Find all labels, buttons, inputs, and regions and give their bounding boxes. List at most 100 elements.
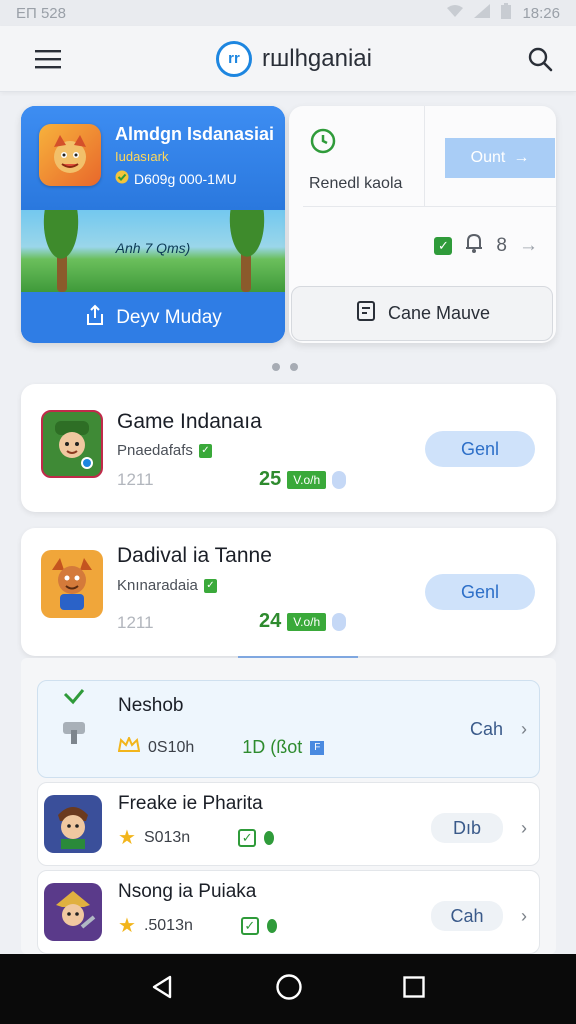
hero-primary-button[interactable]: Deyv Muday <box>21 292 285 343</box>
arrow-right-icon: → <box>513 149 530 166</box>
game-score-tag: V.o/h <box>287 470 327 489</box>
hero-subtitle: Iudasıark <box>115 149 169 164</box>
wifi-icon <box>446 4 464 22</box>
menu-icon[interactable] <box>32 43 64 75</box>
game-title: Game Indanaıa <box>117 410 262 433</box>
recents-icon[interactable] <box>402 975 426 1004</box>
secondary-button-label: Cane Mauve <box>387 303 491 323</box>
game-score-value: 24 <box>259 610 282 632</box>
search-icon[interactable] <box>524 43 556 75</box>
hero-header: Almdgn Isdanasiai Iudasıark D609g 000-1M… <box>21 106 285 210</box>
game-score: 25 V.o/h <box>259 468 347 491</box>
status-cell: Renedl kaola <box>289 106 425 206</box>
list-item-title: Neshob <box>118 695 184 716</box>
status-right: 18:26 <box>446 3 560 23</box>
hero-text: Almdgn Isdanasiai Iudasıark D609g 000-1M… <box>115 124 274 210</box>
game-title: Dadival ia Tanne <box>117 544 272 567</box>
hero-character-icon <box>39 124 101 186</box>
game-developer: Pnaedafafs ✓ <box>117 442 212 459</box>
get-button[interactable]: Genl <box>425 574 535 610</box>
back-icon[interactable] <box>150 974 176 1005</box>
list-item[interactable]: Nsong ia Puiaka ★ .5013n ✓ Cah › <box>37 870 540 954</box>
game-developer-text: Knınaradaia <box>117 577 198 594</box>
status-left-text: ЕП 528 <box>16 4 66 22</box>
list-item-meta-text: .5013n <box>143 916 193 934</box>
hero-meta: D609g 000-1MU <box>115 170 274 187</box>
list-item-action[interactable]: Cah <box>470 719 503 740</box>
list-item[interactable]: Freake ie Pharita ★ S013n ✓ Dıb › <box>37 782 540 866</box>
game-card[interactable]: Dadival ia Tanne Knınaradaia ✓ 1211 24 V… <box>21 528 556 656</box>
status-label: Renedl kaola <box>309 175 403 192</box>
checkbox-icon[interactable]: ✓ <box>238 828 257 847</box>
carousel-dot[interactable] <box>272 363 280 371</box>
game-number: 1211 <box>117 470 154 489</box>
status-time: 18:26 <box>522 4 560 22</box>
game-score-tag: V.o/h <box>287 612 327 631</box>
go-button-label: Ount <box>470 149 506 166</box>
chevron-right-icon[interactable]: › <box>521 719 527 740</box>
game-score: 24 V.o/h <box>259 610 347 633</box>
list-item-meta-text: S013n <box>143 828 191 846</box>
checkbox-icon[interactable]: ✓ <box>240 916 259 935</box>
carousel-dots[interactable] <box>272 363 298 371</box>
character-knight-icon <box>44 883 102 941</box>
hero-banner[interactable]: Almdgn Isdanasiai Iudasıark D609g 000-1M… <box>21 106 285 343</box>
app-logo-icon: rr <box>216 40 252 77</box>
document-icon <box>354 299 378 328</box>
list-item-actions: Cah › <box>470 719 527 740</box>
pin-icon <box>266 918 277 933</box>
signal-icon <box>474 4 491 22</box>
pill-icon <box>332 612 347 631</box>
list-item-actions: Cah › <box>431 901 527 931</box>
list-item-meta: ★ .5013n ✓ <box>118 913 277 938</box>
flag-icon: F <box>310 740 325 755</box>
character-hero-icon <box>44 795 102 853</box>
chevron-right-icon[interactable]: › <box>521 818 527 839</box>
list-item-title: Freake ie Pharita <box>118 793 263 814</box>
list-item-action[interactable]: Dıb <box>431 813 503 843</box>
list-item[interactable]: Neshob 0S10h 1D (ßot F Cah › <box>37 680 540 778</box>
hero-meta-text: D609g 000-1MU <box>134 170 237 187</box>
hero-title: Almdgn Isdanasiai <box>115 124 275 144</box>
list-item-extra: 1D (ßot <box>242 737 303 757</box>
counter-value: 8 <box>496 235 507 256</box>
game-score-value: 25 <box>259 468 282 490</box>
hero-primary-button-label: Deyv Muday <box>116 306 222 328</box>
bell-icon[interactable] <box>464 232 484 260</box>
go-button[interactable]: Ount → <box>445 138 555 178</box>
share-icon <box>84 304 106 332</box>
pin-icon <box>264 830 275 845</box>
secondary-button[interactable]: Cane Mauve <box>291 286 553 341</box>
verified-badge-icon: ✓ <box>203 578 217 593</box>
carousel-dot[interactable] <box>290 363 298 371</box>
crown-icon <box>117 735 141 758</box>
battery-icon <box>500 3 512 23</box>
hero-side-panel: Renedl kaola Ount → ✓ 8 → Cane Mauve <box>289 106 556 343</box>
hero-scene-image: Anh 7 Qms) <box>21 210 285 292</box>
game-developer-text: Pnaedafafs <box>117 442 193 459</box>
home-icon[interactable] <box>275 973 303 1006</box>
list-item-meta: ★ S013n ✓ <box>118 825 275 850</box>
get-button[interactable]: Genl <box>425 431 535 467</box>
list-item-action[interactable]: Cah <box>431 901 503 931</box>
arrow-right-icon[interactable]: → <box>519 235 538 257</box>
pill-icon <box>332 470 347 489</box>
game-developer: Knınaradaia ✓ <box>117 577 217 594</box>
app-bar: rr rшlhganiai <box>0 26 576 92</box>
game-card[interactable]: Game Indanaıa Pnaedafafs ✓ 1211 25 V.o/h… <box>21 384 556 512</box>
hammer-icon <box>44 687 102 745</box>
app-title: rшlhganiai <box>262 44 372 72</box>
star-icon: ★ <box>118 915 136 937</box>
character-green-icon <box>41 410 103 478</box>
list-item-title: Nsong ia Puiaka <box>118 881 257 902</box>
character-orange-icon <box>41 550 103 618</box>
system-nav-bar <box>0 954 576 1024</box>
timer-icon <box>309 128 337 158</box>
divider <box>303 206 556 207</box>
chevron-right-icon[interactable]: › <box>521 906 527 927</box>
check-icon[interactable]: ✓ <box>434 237 453 255</box>
game-number: 1211 <box>117 613 154 632</box>
hero-scene-caption: Anh 7 Qms) <box>115 240 191 256</box>
status-bar: ЕП 528 18:26 <box>0 0 576 26</box>
app-brand: rr rшlhganiai <box>216 40 372 77</box>
